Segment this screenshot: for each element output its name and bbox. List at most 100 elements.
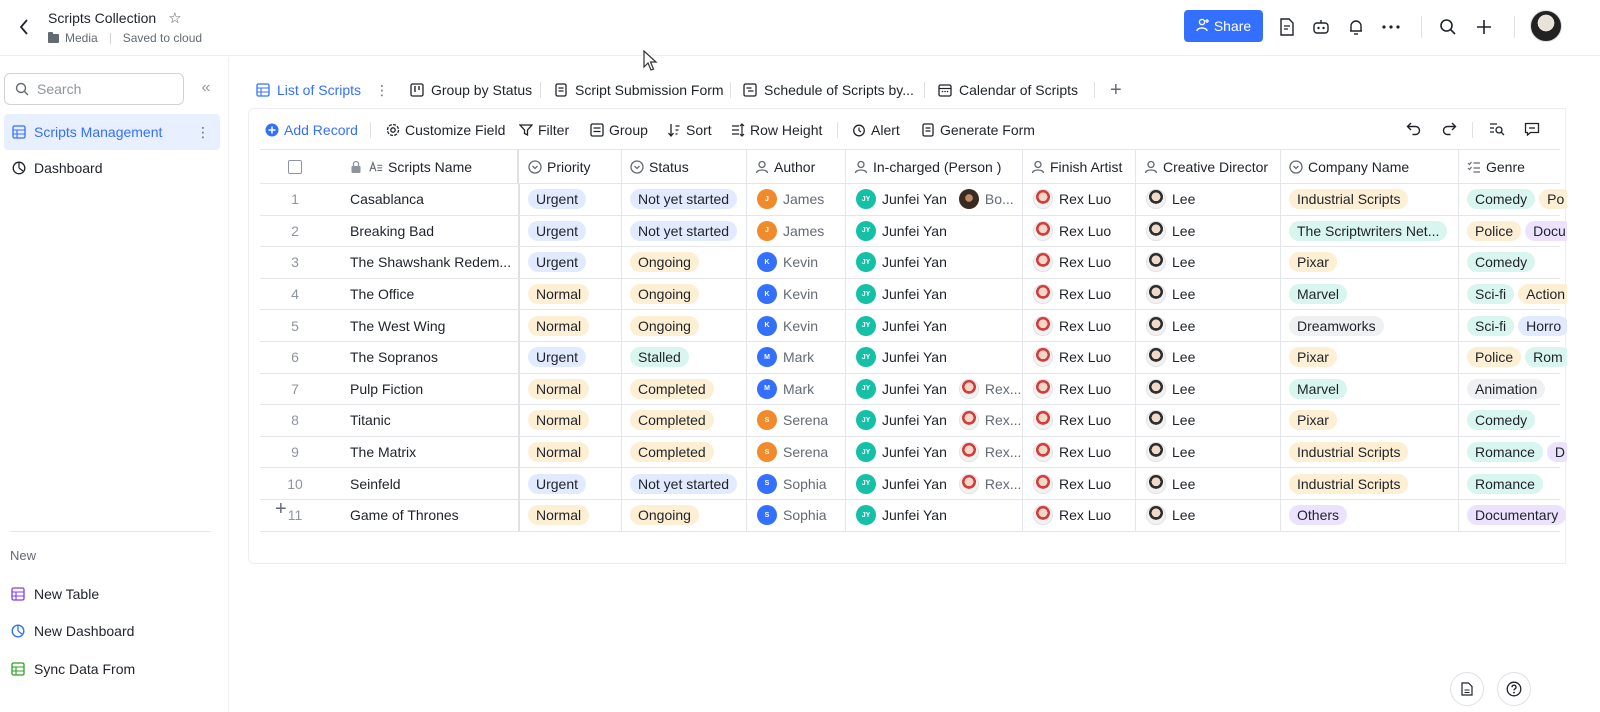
help-icon[interactable]: [1497, 672, 1531, 706]
in-charged-cell[interactable]: JY Junfei Yan Rex...: [846, 436, 1023, 468]
undo-icon[interactable]: [1404, 119, 1424, 139]
column-header-status[interactable]: Status: [622, 150, 747, 183]
company-cell[interactable]: Industrial Scripts: [1281, 436, 1459, 468]
creative-director-cell[interactable]: Lee: [1136, 184, 1281, 215]
table-row[interactable]: 1 Casablanca Urgent Not yet started J James JY…: [260, 184, 1567, 216]
priority-cell[interactable]: Normal: [520, 436, 622, 468]
creative-director-cell[interactable]: Lee: [1136, 215, 1281, 247]
row-number[interactable]: 3: [260, 247, 330, 278]
redo-icon[interactable]: [1439, 119, 1459, 139]
row-number[interactable]: 1: [260, 184, 330, 215]
script-name-cell[interactable]: The West Wing: [330, 310, 520, 341]
finish-artist-cell[interactable]: Rex Luo: [1023, 278, 1136, 310]
alert-button[interactable]: Alert: [852, 119, 900, 141]
in-charged-cell[interactable]: JY Junfei Yan Rex...: [846, 405, 1023, 436]
table-row[interactable]: 3 The Shawshank Redem... Urgent Ongoing K Kev…: [260, 247, 1560, 279]
plus-icon[interactable]: [1473, 16, 1495, 38]
author-cell[interactable]: K Kevin: [747, 310, 846, 341]
row-height-button[interactable]: Row Height: [731, 119, 822, 141]
in-charged-cell[interactable]: JY Junfei Yan: [846, 215, 1023, 247]
creative-director-cell[interactable]: Lee: [1136, 468, 1281, 499]
group-button[interactable]: Group: [590, 119, 648, 141]
collapse-sidebar-icon[interactable]: «: [197, 79, 215, 97]
author-cell[interactable]: M Mark: [747, 373, 846, 405]
priority-cell[interactable]: Normal: [520, 278, 622, 310]
author-cell[interactable]: J James: [747, 215, 846, 247]
company-cell[interactable]: Industrial Scripts: [1281, 468, 1459, 499]
script-name-cell[interactable]: Pulp Fiction: [330, 373, 520, 405]
finish-artist-cell[interactable]: Rex Luo: [1023, 342, 1136, 373]
company-cell[interactable]: Others: [1281, 500, 1459, 531]
genre-cell[interactable]: Romance: [1459, 468, 1567, 499]
row-number[interactable]: 11: [260, 500, 330, 531]
find-icon[interactable]: [1487, 119, 1507, 139]
finish-artist-cell[interactable]: Rex Luo: [1023, 310, 1136, 341]
genre-cell[interactable]: Comedy Po: [1459, 184, 1567, 215]
finish-artist-cell[interactable]: Rex Luo: [1023, 405, 1136, 436]
status-cell[interactable]: Not yet started: [622, 468, 747, 499]
table-row[interactable]: 6 The Sopranos Urgent Stalled M Mark JY Junfei …: [260, 342, 1567, 374]
in-charged-cell[interactable]: JY Junfei Yan: [846, 247, 1023, 278]
add-row-icon[interactable]: +: [275, 499, 287, 519]
genre-cell[interactable]: Police Rom: [1459, 342, 1567, 373]
priority-cell[interactable]: Urgent: [520, 215, 622, 247]
share-button[interactable]: Share: [1184, 10, 1263, 42]
tab-more-icon[interactable]: ⋮: [375, 82, 389, 99]
finish-artist-cell[interactable]: Rex Luo: [1023, 247, 1136, 278]
status-cell[interactable]: Stalled: [622, 342, 747, 373]
add-view-icon[interactable]: +: [1110, 74, 1122, 106]
priority-cell[interactable]: Urgent: [520, 184, 622, 215]
in-charged-cell[interactable]: JY Junfei Yan: [846, 500, 1023, 531]
creative-director-cell[interactable]: Lee: [1136, 436, 1281, 468]
company-cell[interactable]: Dreamworks: [1281, 310, 1459, 341]
sidebar-item-scripts-management[interactable]: Scripts Management ⋮: [4, 114, 220, 150]
table-row[interactable]: 9 The Matrix Normal Completed S Serena JY Junfe…: [260, 436, 1567, 469]
row-number[interactable]: 9: [260, 437, 330, 468]
finish-artist-cell[interactable]: Rex Luo: [1023, 468, 1136, 499]
table-row[interactable]: 8 Titanic Normal Completed S Serena JY Junfei Y…: [260, 405, 1560, 437]
document-icon[interactable]: [1450, 672, 1484, 706]
company-cell[interactable]: Industrial Scripts: [1281, 184, 1459, 215]
table-row[interactable]: 4 The Office Normal Ongoing K Kevin JY Junfei Y…: [260, 278, 1567, 311]
script-name-cell[interactable]: The Shawshank Redem...: [330, 247, 520, 278]
file-settings-icon[interactable]: [1276, 16, 1298, 38]
finish-artist-cell[interactable]: Rex Luo: [1023, 373, 1136, 405]
genre-cell[interactable]: Animation: [1459, 374, 1567, 405]
creative-director-cell[interactable]: Lee: [1136, 310, 1281, 341]
genre-cell[interactable]: Sci-fi Horro: [1459, 310, 1567, 341]
row-number[interactable]: 10: [260, 468, 330, 499]
status-cell[interactable]: Ongoing: [622, 500, 747, 531]
table-row[interactable]: 7 Pulp Fiction Normal Completed M Mark JY Junfe…: [260, 373, 1560, 406]
priority-cell[interactable]: Normal: [520, 405, 622, 436]
genre-cell[interactable]: Police Docu: [1459, 216, 1567, 247]
company-cell[interactable]: Pixar: [1281, 405, 1459, 436]
company-cell[interactable]: Marvel: [1281, 373, 1459, 405]
table-row[interactable]: 2 Breaking Bad Urgent Not yet started J James…: [260, 215, 1567, 248]
priority-cell[interactable]: Normal: [520, 373, 622, 405]
select-all-checkbox[interactable]: [288, 159, 302, 174]
finish-artist-cell[interactable]: Rex Luo: [1023, 184, 1136, 215]
priority-cell[interactable]: Urgent: [520, 468, 622, 499]
select-all-cell[interactable]: [260, 150, 330, 183]
sidebar-item-dashboard[interactable]: Dashboard: [4, 150, 220, 186]
more-icon[interactable]: [1380, 16, 1402, 38]
in-charged-cell[interactable]: JY Junfei Yan Rex...: [846, 373, 1023, 405]
company-cell[interactable]: Marvel: [1281, 278, 1459, 310]
row-number[interactable]: 8: [260, 405, 330, 436]
more-vertical-icon[interactable]: ⋮: [196, 124, 210, 141]
author-cell[interactable]: S Sophia: [747, 500, 846, 531]
column-header-genre[interactable]: Genre: [1459, 150, 1567, 183]
column-header-finish-artist[interactable]: Finish Artist: [1023, 150, 1136, 183]
genre-cell[interactable]: Sci-fi Action: [1459, 279, 1567, 310]
script-name-cell[interactable]: Breaking Bad: [330, 215, 520, 247]
genre-cell[interactable]: Romance D: [1459, 437, 1567, 468]
status-cell[interactable]: Ongoing: [622, 247, 747, 278]
tab-list-of-scripts[interactable]: List of Scripts ⋮: [256, 74, 389, 106]
row-number[interactable]: 5: [260, 310, 330, 341]
column-header-scripts-name[interactable]: Scripts Name: [330, 150, 519, 183]
status-cell[interactable]: Not yet started: [622, 215, 747, 247]
user-avatar[interactable]: [1530, 10, 1562, 42]
add-record-button[interactable]: Add Record: [265, 119, 358, 141]
status-cell[interactable]: Completed: [622, 436, 747, 468]
company-cell[interactable]: Pixar: [1281, 342, 1459, 373]
